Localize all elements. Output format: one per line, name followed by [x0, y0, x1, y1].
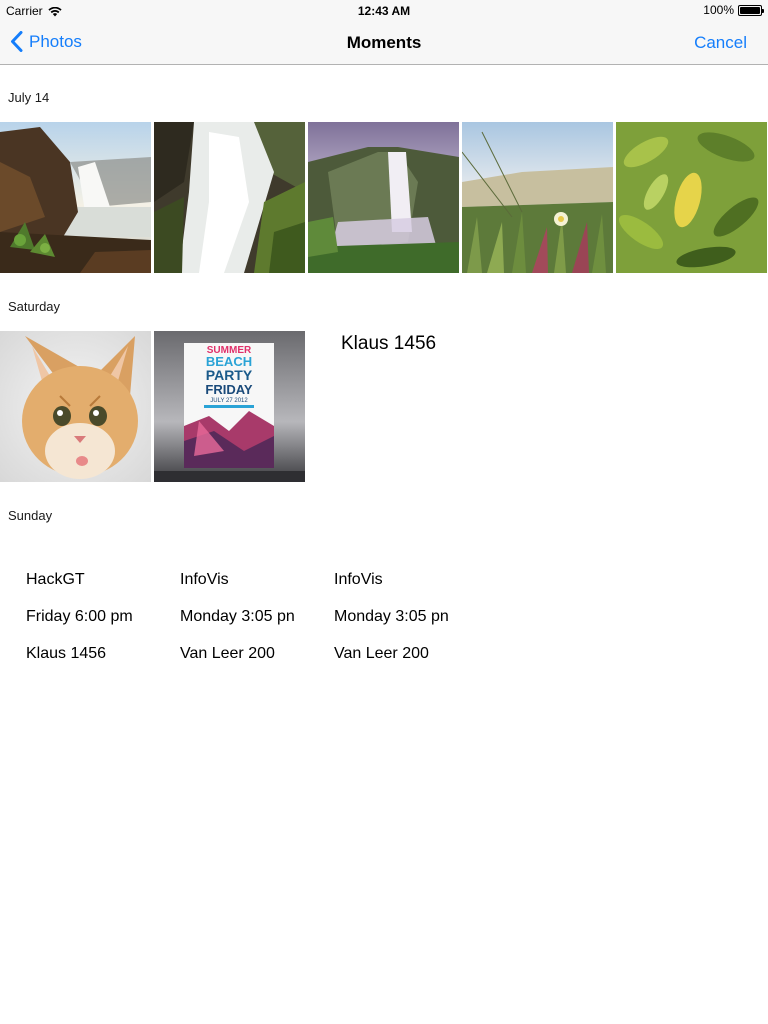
photo-party-poster[interactable]: SUMMER BEACH PARTY FRIDAY JULY 27 2012 — [154, 331, 305, 482]
event-time: Monday 3:05 pn — [334, 608, 449, 625]
section-header-saturday: Saturday — [8, 299, 61, 314]
event-name: InfoVis — [334, 571, 383, 588]
photo-waterfall-sunset[interactable] — [0, 122, 151, 273]
photo-waterfall-closeup[interactable] — [154, 122, 305, 273]
saturday-note: Klaus 1456 — [341, 333, 437, 354]
page-title: Moments — [346, 33, 422, 52]
event-name: InfoVis — [180, 571, 229, 588]
poster-line-date: JULY 27 2012 — [210, 398, 248, 404]
navigation-bar: Photos Moments Cancel — [0, 20, 768, 65]
photo-kitten[interactable] — [0, 331, 151, 482]
battery-fill — [740, 6, 760, 14]
section-header-july-14: July 14 — [8, 90, 50, 105]
event-card[interactable]: InfoVis Monday 3:05 pn Van Leer 200 — [180, 570, 295, 681]
status-time: 12:43 AM — [357, 4, 411, 18]
event-location: Van Leer 200 — [180, 645, 275, 662]
event-location: Klaus 1456 — [26, 645, 107, 662]
status-right: 100% — [703, 3, 764, 17]
section-header-sunday: Sunday — [8, 508, 53, 523]
event-time: Friday 6:00 pm — [26, 608, 133, 625]
battery-icon — [738, 4, 764, 16]
event-time: Monday 3:05 pn — [180, 608, 295, 625]
event-card[interactable]: HackGT Friday 6:00 pm Klaus 1456 — [26, 570, 133, 681]
photo-misty-waterfall[interactable] — [308, 122, 459, 273]
poster-line-party: PARTY — [206, 367, 253, 383]
photo-green-leaves[interactable] — [616, 122, 767, 273]
event-location: Van Leer 200 — [334, 645, 429, 662]
photo-dune-plants[interactable] — [462, 122, 613, 273]
event-name: HackGT — [26, 571, 85, 588]
event-card[interactable]: InfoVis Monday 3:05 pn Van Leer 200 — [334, 570, 449, 681]
battery-percent: 100% — [703, 3, 734, 17]
poster-line-friday: FRIDAY — [205, 382, 253, 397]
cancel-button[interactable]: Cancel — [694, 33, 747, 53]
status-bar: Carrier 12:43 AM 100% — [0, 0, 768, 20]
